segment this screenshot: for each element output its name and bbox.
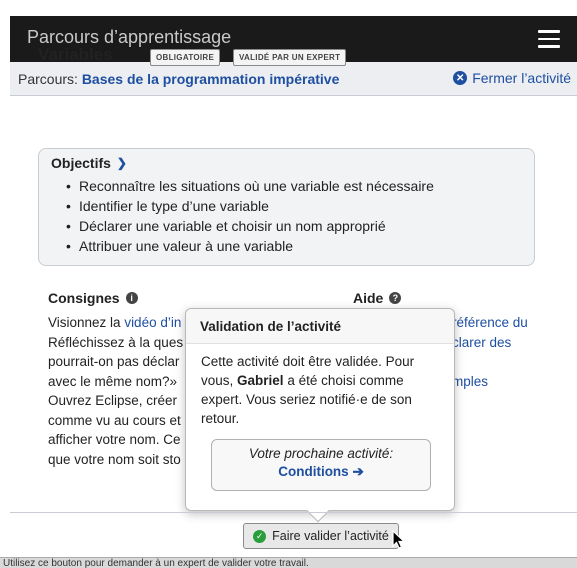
expert-name: Gabriel: [237, 373, 284, 388]
divider: [10, 512, 577, 513]
close-activity-label: Fermer l’activité: [472, 70, 571, 86]
aide-heading: Aide ?: [353, 290, 402, 306]
arrow-right-icon: ➔: [352, 464, 364, 479]
consignes-title: Consignes: [48, 290, 120, 306]
validation-popover: Validation de l’activité Cette activité …: [185, 308, 455, 523]
help-icon[interactable]: ?: [389, 292, 402, 304]
mouse-cursor-icon: [392, 530, 406, 549]
popover-message: Cette activité doit être validée. Pour v…: [201, 354, 415, 426]
list-item: Attribuer une valeur à une variable: [66, 236, 434, 256]
chevron-down-icon: ❯: [116, 156, 127, 170]
aide-link[interactable]: [452, 352, 577, 372]
badge-expert-validated: VALIDÉ PAR UN EXPERT: [233, 49, 347, 66]
activity-title: Variables: [38, 45, 113, 64]
close-activity-button[interactable]: ✕ Fermer l’activité: [453, 70, 571, 86]
aide-link[interactable]: mples: [452, 372, 577, 392]
next-activity-label: Votre prochaine activité:: [248, 446, 394, 461]
breadcrumb: Parcours: Bases de la programmation impé…: [10, 62, 577, 96]
aide-title: Aide: [353, 290, 384, 306]
objectives-list: Reconnaître les situations où une variab…: [66, 176, 434, 256]
next-activity-button[interactable]: Votre prochaine activité: Conditions ➔: [211, 439, 431, 491]
consignes-line: Visionnez la: [48, 315, 125, 330]
next-activity-link: Conditions: [278, 464, 349, 479]
hamburger-icon[interactable]: [538, 30, 560, 48]
consignes-heading: Consignes i: [48, 290, 138, 306]
list-item: Déclarer une variable et choisir un nom …: [66, 216, 434, 236]
popover-pointer: [306, 499, 330, 523]
info-icon[interactable]: i: [125, 292, 138, 304]
course-link[interactable]: Bases de la programmation impérative: [82, 71, 340, 87]
aide-links: référence du clarer des mples: [452, 313, 577, 391]
list-item: Reconnaître les situations où une variab…: [66, 176, 434, 196]
status-bar: Utilisez ce bouton pour demander à un ex…: [0, 557, 577, 568]
popover-title: Validation de l’activité: [186, 309, 454, 344]
aide-link[interactable]: référence du: [452, 313, 577, 333]
video-link[interactable]: vidéo d’in: [124, 315, 181, 330]
objectives-panel: Objectifs ❯ Reconnaître les situations o…: [38, 148, 535, 266]
breadcrumb-prefix: Parcours:: [18, 71, 82, 87]
request-validation-button[interactable]: ✓ Faire valider l’activité: [243, 523, 399, 549]
badge-mandatory: OBLIGATOIRE: [150, 49, 221, 66]
objectives-title: Objectifs: [51, 155, 111, 171]
list-item: Identifier le type d’une variable: [66, 196, 434, 216]
objectives-toggle[interactable]: Objectifs ❯: [51, 155, 127, 171]
check-circle-icon: ✓: [253, 529, 267, 543]
request-validation-label: Faire valider l’activité: [272, 529, 389, 543]
aide-link[interactable]: clarer des: [452, 333, 577, 353]
close-icon: ✕: [453, 71, 468, 85]
